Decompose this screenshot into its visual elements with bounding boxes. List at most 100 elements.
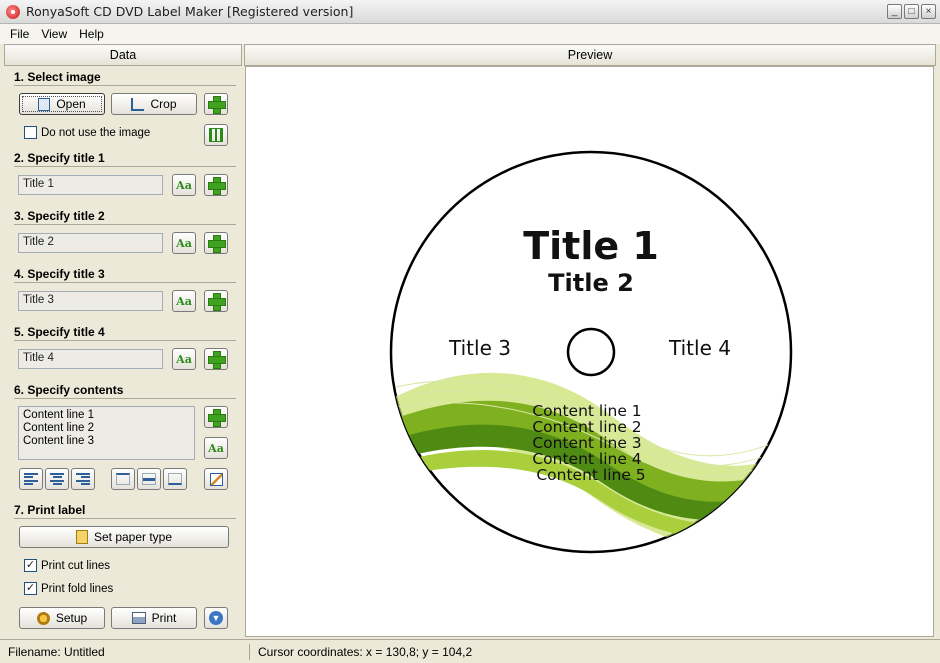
- valign-top-button[interactable]: [111, 468, 135, 490]
- title-3-add-button[interactable]: [204, 290, 228, 312]
- print-button[interactable]: Print: [111, 607, 197, 629]
- font-icon: Aa: [176, 178, 192, 192]
- menu-help[interactable]: Help: [73, 27, 110, 41]
- no-image-checkbox[interactable]: Do not use the image: [24, 126, 150, 139]
- section-print-label: 7. Print label: [14, 503, 86, 517]
- app-logo-icon: [6, 4, 20, 19]
- window-title: RonyaSoft CD DVD Label Maker [Registered…: [26, 4, 354, 19]
- contents-add-button[interactable]: [204, 406, 228, 428]
- title-2-font-button[interactable]: Aa: [172, 232, 196, 254]
- disc-title-3: Title 3: [448, 336, 511, 360]
- data-panel: Data 1. Select image Open Crop Do not us…: [4, 44, 242, 638]
- valign-bottom-button[interactable]: [163, 468, 187, 490]
- close-icon[interactable]: ×: [921, 4, 936, 19]
- align-right-icon: [76, 473, 90, 485]
- section-title-2: 3. Specify title 2: [14, 209, 105, 223]
- preview-panel-header: Preview: [244, 44, 936, 66]
- more-options-button[interactable]: ▼: [204, 607, 228, 629]
- print-cut-lines-check-box[interactable]: ✓: [24, 559, 37, 572]
- title-4-field[interactable]: Title 4: [18, 349, 163, 369]
- no-image-check-box[interactable]: [24, 126, 37, 139]
- align-right-button[interactable]: [71, 468, 95, 490]
- plus-icon: [208, 351, 226, 369]
- print-fold-lines-check-box[interactable]: ✓: [24, 582, 37, 595]
- font-icon: Aa: [176, 352, 192, 366]
- divider: [14, 282, 236, 283]
- image-layout-icon: [209, 128, 223, 142]
- disc-label-preview: Title 1 Title 2 Title 3 Title 4 Content …: [389, 150, 793, 554]
- title-1-add-button[interactable]: [204, 174, 228, 196]
- disc-title-1: Title 1: [523, 224, 659, 268]
- setup-button[interactable]: Setup: [19, 607, 105, 629]
- valign-bottom-icon: [168, 473, 182, 485]
- title-bar: RonyaSoft CD DVD Label Maker [Registered…: [0, 0, 940, 24]
- plus-icon: [208, 177, 226, 195]
- preview-canvas[interactable]: Title 1 Title 2 Title 3 Title 4 Content …: [245, 66, 934, 637]
- valign-top-icon: [116, 473, 130, 485]
- title-4-font-button[interactable]: Aa: [172, 348, 196, 370]
- data-panel-header: Data: [4, 44, 242, 66]
- align-left-icon: [24, 473, 38, 485]
- divider: [14, 166, 236, 167]
- status-filename: Filename: Untitled: [0, 643, 250, 660]
- status-bar: Filename: Untitled Cursor coordinates: x…: [0, 639, 940, 663]
- align-center-button[interactable]: [45, 468, 69, 490]
- font-icon: Aa: [176, 294, 192, 308]
- open-button[interactable]: Open: [19, 93, 105, 115]
- valign-middle-icon: [142, 473, 156, 485]
- content-line: Content line 1: [23, 409, 94, 421]
- maximize-icon[interactable]: □: [904, 4, 919, 19]
- valign-middle-button[interactable]: [137, 468, 161, 490]
- title-2-field[interactable]: Title 2: [18, 233, 163, 253]
- font-icon: Aa: [208, 441, 224, 455]
- plus-icon: [208, 96, 226, 114]
- image-add-button[interactable]: [204, 93, 228, 115]
- section-title-4: 5. Specify title 4: [14, 325, 105, 339]
- divider: [14, 398, 236, 399]
- contents-textarea[interactable]: Content line 1 Content line 2 Content li…: [18, 406, 195, 460]
- print-cut-lines-checkbox[interactable]: ✓ Print cut lines: [24, 559, 110, 572]
- preview-panel: Preview Title 1 Title 2 Title 3 Title 4 …: [244, 44, 936, 638]
- align-center-icon: [50, 473, 64, 485]
- edit-icon: [209, 472, 223, 486]
- setup-icon: [36, 611, 50, 625]
- chevron-down-icon: ▼: [209, 611, 223, 625]
- font-icon: Aa: [176, 236, 192, 250]
- title-1-font-button[interactable]: Aa: [172, 174, 196, 196]
- title-4-add-button[interactable]: [204, 348, 228, 370]
- divider: [14, 224, 236, 225]
- disc-title-2: Title 2: [548, 269, 634, 297]
- image-layout-button[interactable]: [204, 124, 228, 146]
- disc-title-4: Title 4: [668, 336, 731, 360]
- plus-icon: [208, 293, 226, 311]
- content-line: Content line 2: [23, 422, 94, 434]
- printer-icon: [131, 612, 146, 624]
- disc-center-hole: [566, 327, 616, 377]
- menu-file[interactable]: File: [4, 27, 35, 41]
- plus-icon: [208, 235, 226, 253]
- open-image-icon: [38, 97, 51, 111]
- content-line: Content line 3: [23, 435, 94, 447]
- divider: [14, 340, 236, 341]
- menu-bar: File View Help: [0, 24, 940, 44]
- set-paper-type-button[interactable]: Set paper type: [19, 526, 229, 548]
- section-title-1: 2. Specify title 1: [14, 151, 105, 165]
- status-cursor-coordinates: Cursor coordinates: x = 130,8; y = 104,2: [258, 644, 473, 659]
- menu-view[interactable]: View: [35, 27, 73, 41]
- align-left-button[interactable]: [19, 468, 43, 490]
- edit-contents-button[interactable]: [204, 468, 228, 490]
- section-select-image: 1. Select image: [14, 70, 101, 84]
- crop-button[interactable]: Crop: [111, 93, 197, 115]
- title-2-add-button[interactable]: [204, 232, 228, 254]
- contents-font-button[interactable]: Aa: [204, 437, 228, 459]
- section-title-3: 4. Specify title 3: [14, 267, 105, 281]
- title-3-font-button[interactable]: Aa: [172, 290, 196, 312]
- divider: [14, 518, 236, 519]
- print-fold-lines-checkbox[interactable]: ✓ Print fold lines: [24, 582, 113, 595]
- crop-icon: [131, 97, 145, 111]
- section-contents: 6. Specify contents: [14, 383, 124, 397]
- title-1-field[interactable]: Title 1: [18, 175, 163, 195]
- divider: [14, 85, 236, 86]
- minimize-icon[interactable]: _: [887, 4, 902, 19]
- title-3-field[interactable]: Title 3: [18, 291, 163, 311]
